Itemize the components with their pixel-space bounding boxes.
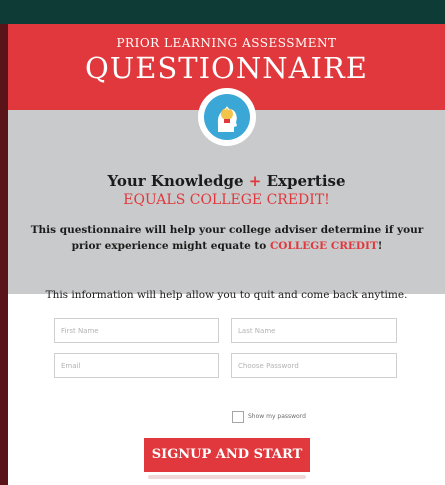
button-shadow <box>148 475 306 479</box>
last-name-field[interactable]: Last Name <box>231 318 397 343</box>
description: This questionnaire will help your colleg… <box>28 222 426 254</box>
headline-plus: + <box>248 172 262 190</box>
headline: Your Knowledge + Expertise <box>8 172 445 190</box>
signup-and-start-button[interactable]: SIGNUP AND START <box>144 438 310 472</box>
show-password-checkbox[interactable] <box>232 411 244 423</box>
headline-part1: Your Knowledge <box>107 172 244 190</box>
email-placeholder: Email <box>61 362 81 370</box>
headline-emphasis: EQUALS COLLEGE CREDIT! <box>123 192 330 208</box>
questionnaire-card: PRIOR LEARNING ASSESSMENT QUESTIONNAIRE … <box>8 24 445 485</box>
show-password-label: Show my password <box>248 413 306 420</box>
top-bar <box>0 0 445 24</box>
description-emphasis: COLLEGE CREDIT <box>269 240 378 252</box>
description-end: ! <box>377 240 383 252</box>
password-placeholder: Choose Password <box>238 362 299 370</box>
lightbulb-head-svg <box>217 106 237 132</box>
info-text: This information will help allow you to … <box>45 289 408 301</box>
lightbulb-head-icon <box>198 88 256 146</box>
first-name-field[interactable]: First Name <box>54 318 219 343</box>
first-name-placeholder: First Name <box>61 327 99 335</box>
last-name-placeholder: Last Name <box>238 327 276 335</box>
password-field[interactable]: Choose Password <box>231 353 397 378</box>
header-subtitle: PRIOR LEARNING ASSESSMENT <box>116 36 337 50</box>
header-title: QUESTIONNAIRE <box>85 51 368 85</box>
signup-button-label: SIGNUP AND START <box>151 447 303 462</box>
headline-part2: Expertise <box>266 172 346 190</box>
left-border <box>0 24 8 485</box>
badge-inner-circle <box>204 94 250 140</box>
email-field[interactable]: Email <box>54 353 219 378</box>
